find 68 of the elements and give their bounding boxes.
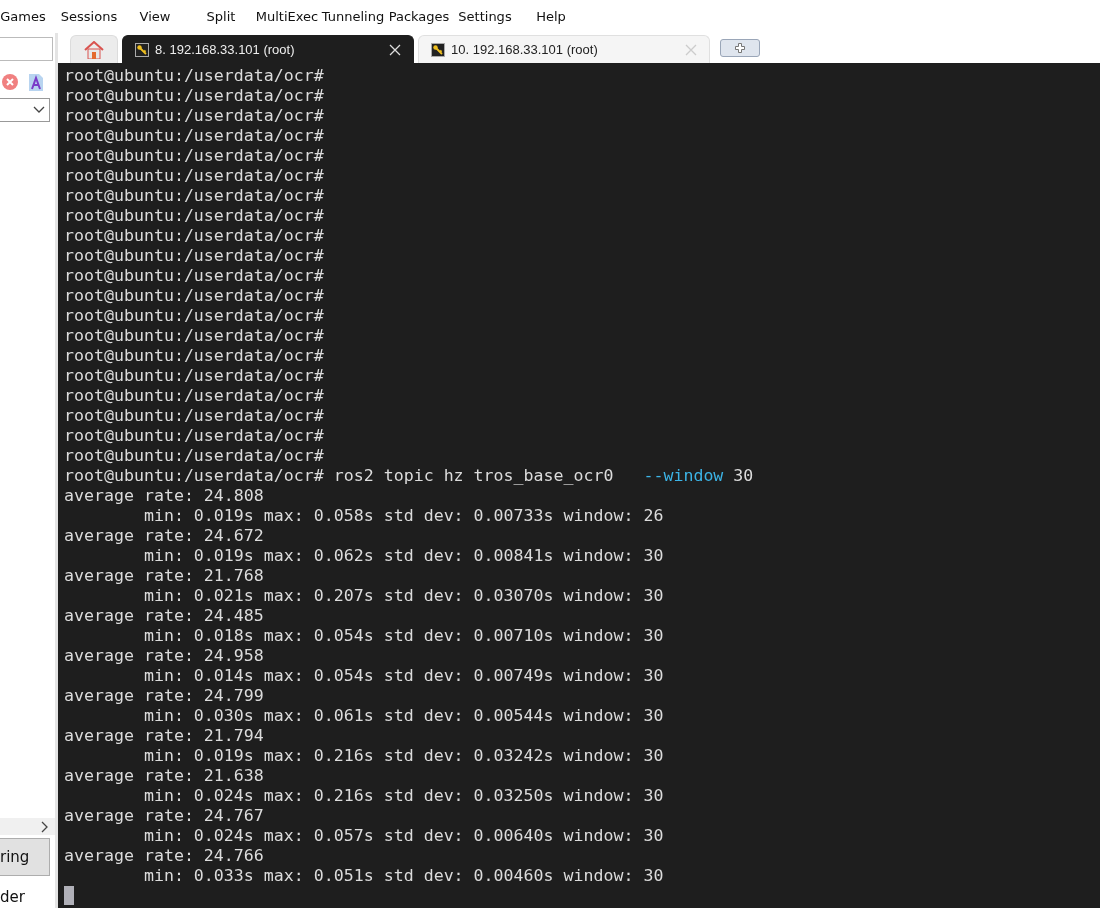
key-icon [431, 42, 445, 57]
text-file-icon[interactable] [29, 73, 43, 91]
scroll-bar[interactable] [0, 818, 55, 835]
key-icon [135, 42, 149, 57]
prompt-line: root@ubuntu:/userdata/ocr# [64, 246, 324, 266]
output-line: average rate: 24.672 [64, 526, 264, 546]
close-icon[interactable] [389, 43, 401, 56]
prompt-line: root@ubuntu:/userdata/ocr# [64, 386, 324, 406]
prompt-line: root@ubuntu:/userdata/ocr# [64, 126, 324, 146]
output-line: min: 0.021s max: 0.207s std dev: 0.03070s window: 30 [142, 586, 664, 606]
output-line: min: 0.014s max: 0.054s std dev: 0.00749s window: 30 [142, 666, 664, 686]
menu-item[interactable]: Sessions [56, 9, 122, 24]
output-line: min: 0.019s max: 0.058s std dev: 0.00733s window: 26 [142, 506, 664, 526]
prompt-line: root@ubuntu:/userdata/ocr# [64, 326, 324, 346]
output-line: min: 0.018s max: 0.054s std dev: 0.00710s window: 30 [142, 626, 664, 646]
output-line: min: 0.033s max: 0.051s std dev: 0.00460s window: 30 [142, 866, 664, 886]
output-line: average rate: 24.799 [64, 686, 264, 706]
chevron-right-icon[interactable] [41, 820, 49, 833]
text-cursor [64, 886, 74, 905]
sidebar-label: der [0, 888, 26, 908]
input-field[interactable] [0, 37, 53, 61]
output-line: average rate: 24.958 [64, 646, 264, 666]
output-line: min: 0.019s max: 0.216s std dev: 0.03242s window: 30 [142, 746, 664, 766]
prompt-line: root@ubuntu:/userdata/ocr# [64, 306, 324, 326]
chevron-down-icon [33, 106, 45, 114]
menu-item[interactable]: Settings [452, 9, 518, 24]
sidebar-button[interactable]: ring [0, 838, 50, 876]
prompt-line: root@ubuntu:/userdata/ocr# [64, 346, 324, 366]
menu-item[interactable]: Help [518, 9, 584, 24]
output-line: average rate: 21.794 [64, 726, 264, 746]
prompt-line: root@ubuntu:/userdata/ocr# [64, 186, 324, 206]
dropdown[interactable] [0, 98, 50, 122]
prompt-line: root@ubuntu:/userdata/ocr# [64, 446, 324, 466]
menu-item[interactable]: Tunneling [320, 9, 386, 24]
prompt-line: root@ubuntu:/userdata/ocr# [64, 66, 324, 86]
output-line: min: 0.019s max: 0.062s std dev: 0.00841s window: 30 [142, 546, 664, 566]
output-line: min: 0.024s max: 0.057s std dev: 0.00640s window: 30 [142, 826, 664, 846]
output-line: min: 0.030s max: 0.061s std dev: 0.00544s window: 30 [142, 706, 664, 726]
menu-item[interactable]: View [122, 9, 188, 24]
prompt-line: root@ubuntu:/userdata/ocr# [64, 266, 324, 286]
output-line: average rate: 24.767 [64, 806, 264, 826]
prompt-line: root@ubuntu:/userdata/ocr# [64, 166, 324, 186]
command-line: root@ubuntu:/userdata/ocr# ros2 topic hz tros_base_ocr0 --window 30 [64, 466, 754, 486]
prompt-line: root@ubuntu:/userdata/ocr# [64, 106, 324, 126]
prompt-line: root@ubuntu:/userdata/ocr# [64, 286, 324, 306]
plus-icon [735, 43, 745, 53]
prompt-line: root@ubuntu:/userdata/ocr# [64, 226, 324, 246]
prompt-line: root@ubuntu:/userdata/ocr# [64, 146, 324, 166]
home-tab[interactable] [70, 35, 118, 63]
session-tab[interactable]: 8. 192.168.33.101 (root) [122, 35, 414, 63]
output-line: min: 0.024s max: 0.216s std dev: 0.03250s window: 30 [142, 786, 664, 806]
prompt-line: root@ubuntu:/userdata/ocr# [64, 86, 324, 106]
menu-item[interactable]: Split [188, 9, 254, 24]
output-line: average rate: 24.766 [64, 846, 264, 866]
menu-item[interactable]: Games [0, 9, 56, 24]
prompt-line: root@ubuntu:/userdata/ocr# [64, 206, 324, 226]
session-tab[interactable]: 10. 192.168.33.101 (root) [418, 35, 710, 63]
output-line: average rate: 24.808 [64, 486, 264, 506]
new-tab-button[interactable] [720, 39, 760, 57]
menu-item[interactable]: MultiExec [254, 9, 320, 24]
prompt-line: root@ubuntu:/userdata/ocr# [64, 406, 324, 426]
menu-item[interactable]: Packages [386, 9, 452, 24]
output-line: average rate: 21.768 [64, 566, 264, 586]
output-line: average rate: 21.638 [64, 766, 264, 786]
house-icon [84, 40, 104, 59]
prompt-line: root@ubuntu:/userdata/ocr# [64, 366, 324, 386]
output-line: average rate: 24.485 [64, 606, 264, 626]
prompt-line: root@ubuntu:/userdata/ocr# [64, 426, 324, 446]
